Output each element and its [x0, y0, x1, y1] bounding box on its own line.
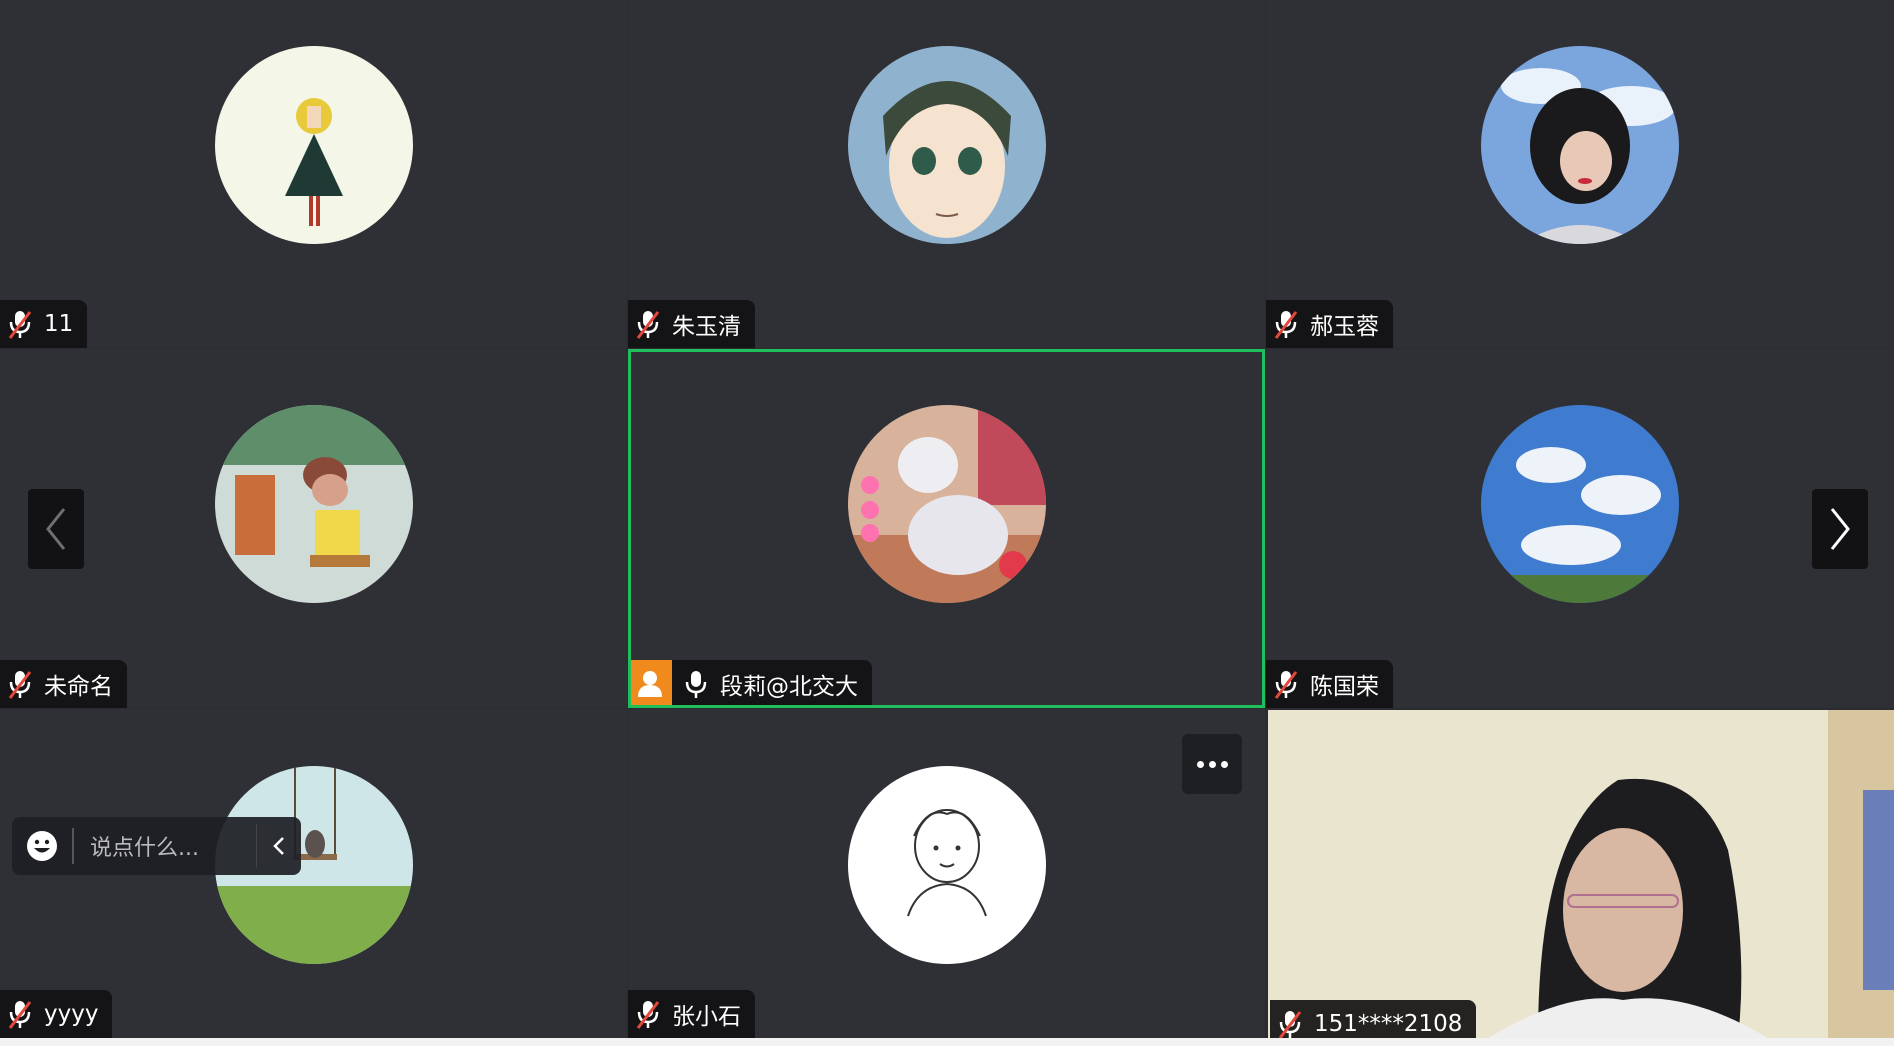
- participant-name: 段莉@北交大: [720, 674, 858, 700]
- emoji-button[interactable]: [12, 829, 72, 863]
- more-options-button[interactable]: [1182, 734, 1242, 794]
- avatar: [1481, 46, 1679, 244]
- mic-muted-icon: [1274, 671, 1298, 699]
- nametag: yyyy: [0, 990, 113, 1038]
- participant-tile[interactable]: 陈国荣: [1266, 349, 1894, 708]
- chat-input[interactable]: 说点什么...: [74, 830, 256, 862]
- mic-icon: [685, 671, 707, 698]
- avatar: [1481, 405, 1679, 603]
- nametag: 朱玉清: [628, 300, 755, 348]
- participant-tile[interactable]: 朱玉清: [628, 0, 1265, 348]
- nametag: 郝玉蓉: [1266, 300, 1393, 348]
- participant-tile-active-speaker[interactable]: 段莉@北交大: [628, 349, 1265, 708]
- participant-tile[interactable]: 未命名: [0, 349, 627, 708]
- mic-muted-icon: [1278, 1011, 1302, 1038]
- mic-muted-icon: [8, 311, 32, 339]
- avatar: [214, 405, 413, 603]
- chevron-right-icon: [1830, 508, 1850, 550]
- nametag: 陈国荣: [1266, 660, 1393, 708]
- nametag: 11: [0, 300, 88, 348]
- participant-name: yyyy: [44, 1001, 99, 1027]
- participant-name: 陈国荣: [1310, 674, 1379, 700]
- prev-page-button[interactable]: [28, 489, 84, 569]
- participant-name: 11: [44, 311, 74, 337]
- participant-tile[interactable]: 张小石: [628, 709, 1265, 1038]
- avatar: [847, 46, 1046, 244]
- participant-video-tile[interactable]: 151****2108: [1268, 710, 1894, 1038]
- mic-muted-icon: [636, 311, 660, 339]
- participant-name: 郝玉蓉: [1310, 314, 1379, 340]
- mic-muted-icon: [8, 1001, 32, 1029]
- participant-name: 未命名: [44, 674, 113, 700]
- mic-muted-icon: [8, 671, 32, 699]
- mic-muted-icon: [636, 1001, 660, 1029]
- participant-tile[interactable]: 11: [0, 0, 627, 348]
- chat-bar: 说点什么...: [12, 817, 301, 875]
- emoji-icon: [27, 831, 57, 861]
- nametag: 张小石: [628, 990, 755, 1038]
- nametag: 151****2108: [1270, 1000, 1477, 1038]
- chevron-left-icon: [46, 508, 66, 550]
- avatar: [847, 405, 1046, 603]
- nametag: 未命名: [0, 660, 127, 708]
- chevron-left-icon: [273, 837, 284, 855]
- avatar: [214, 46, 413, 244]
- participant-tile[interactable]: 郝玉蓉: [1266, 0, 1894, 348]
- host-icon: [631, 660, 672, 705]
- mic-muted-icon: [1274, 311, 1298, 339]
- collapse-chat-button[interactable]: [256, 824, 301, 868]
- participant-name: 张小石: [672, 1004, 741, 1030]
- more-dots-icon: [1196, 760, 1204, 768]
- participant-name: 151****2108: [1314, 1011, 1463, 1037]
- avatar: [847, 766, 1046, 964]
- window-edge: [0, 1038, 1894, 1046]
- video-feed: [1268, 710, 1894, 1038]
- participant-name: 朱玉清: [672, 314, 741, 340]
- nametag: 段莉@北交大: [631, 660, 872, 705]
- next-page-button[interactable]: [1812, 489, 1868, 569]
